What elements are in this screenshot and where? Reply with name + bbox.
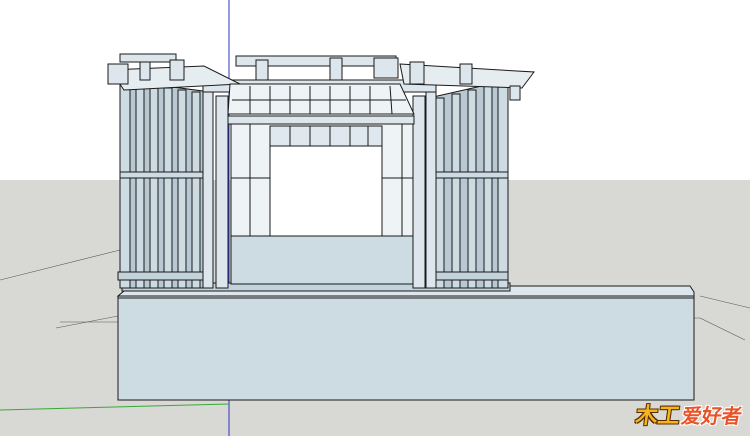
back-wall[interactable] (230, 123, 418, 285)
sketchup-viewport[interactable]: 木工 爱好者 (0, 0, 750, 436)
model-canvas[interactable] (0, 0, 750, 436)
left-wall-framing[interactable] (117, 79, 211, 289)
foundation-block[interactable] (116, 285, 695, 401)
site-watermark-logo: 木工 爱好者 (633, 400, 744, 430)
watermark-text-a: 木工 (633, 404, 682, 429)
watermark-text-b: 爱好者 (679, 403, 744, 428)
